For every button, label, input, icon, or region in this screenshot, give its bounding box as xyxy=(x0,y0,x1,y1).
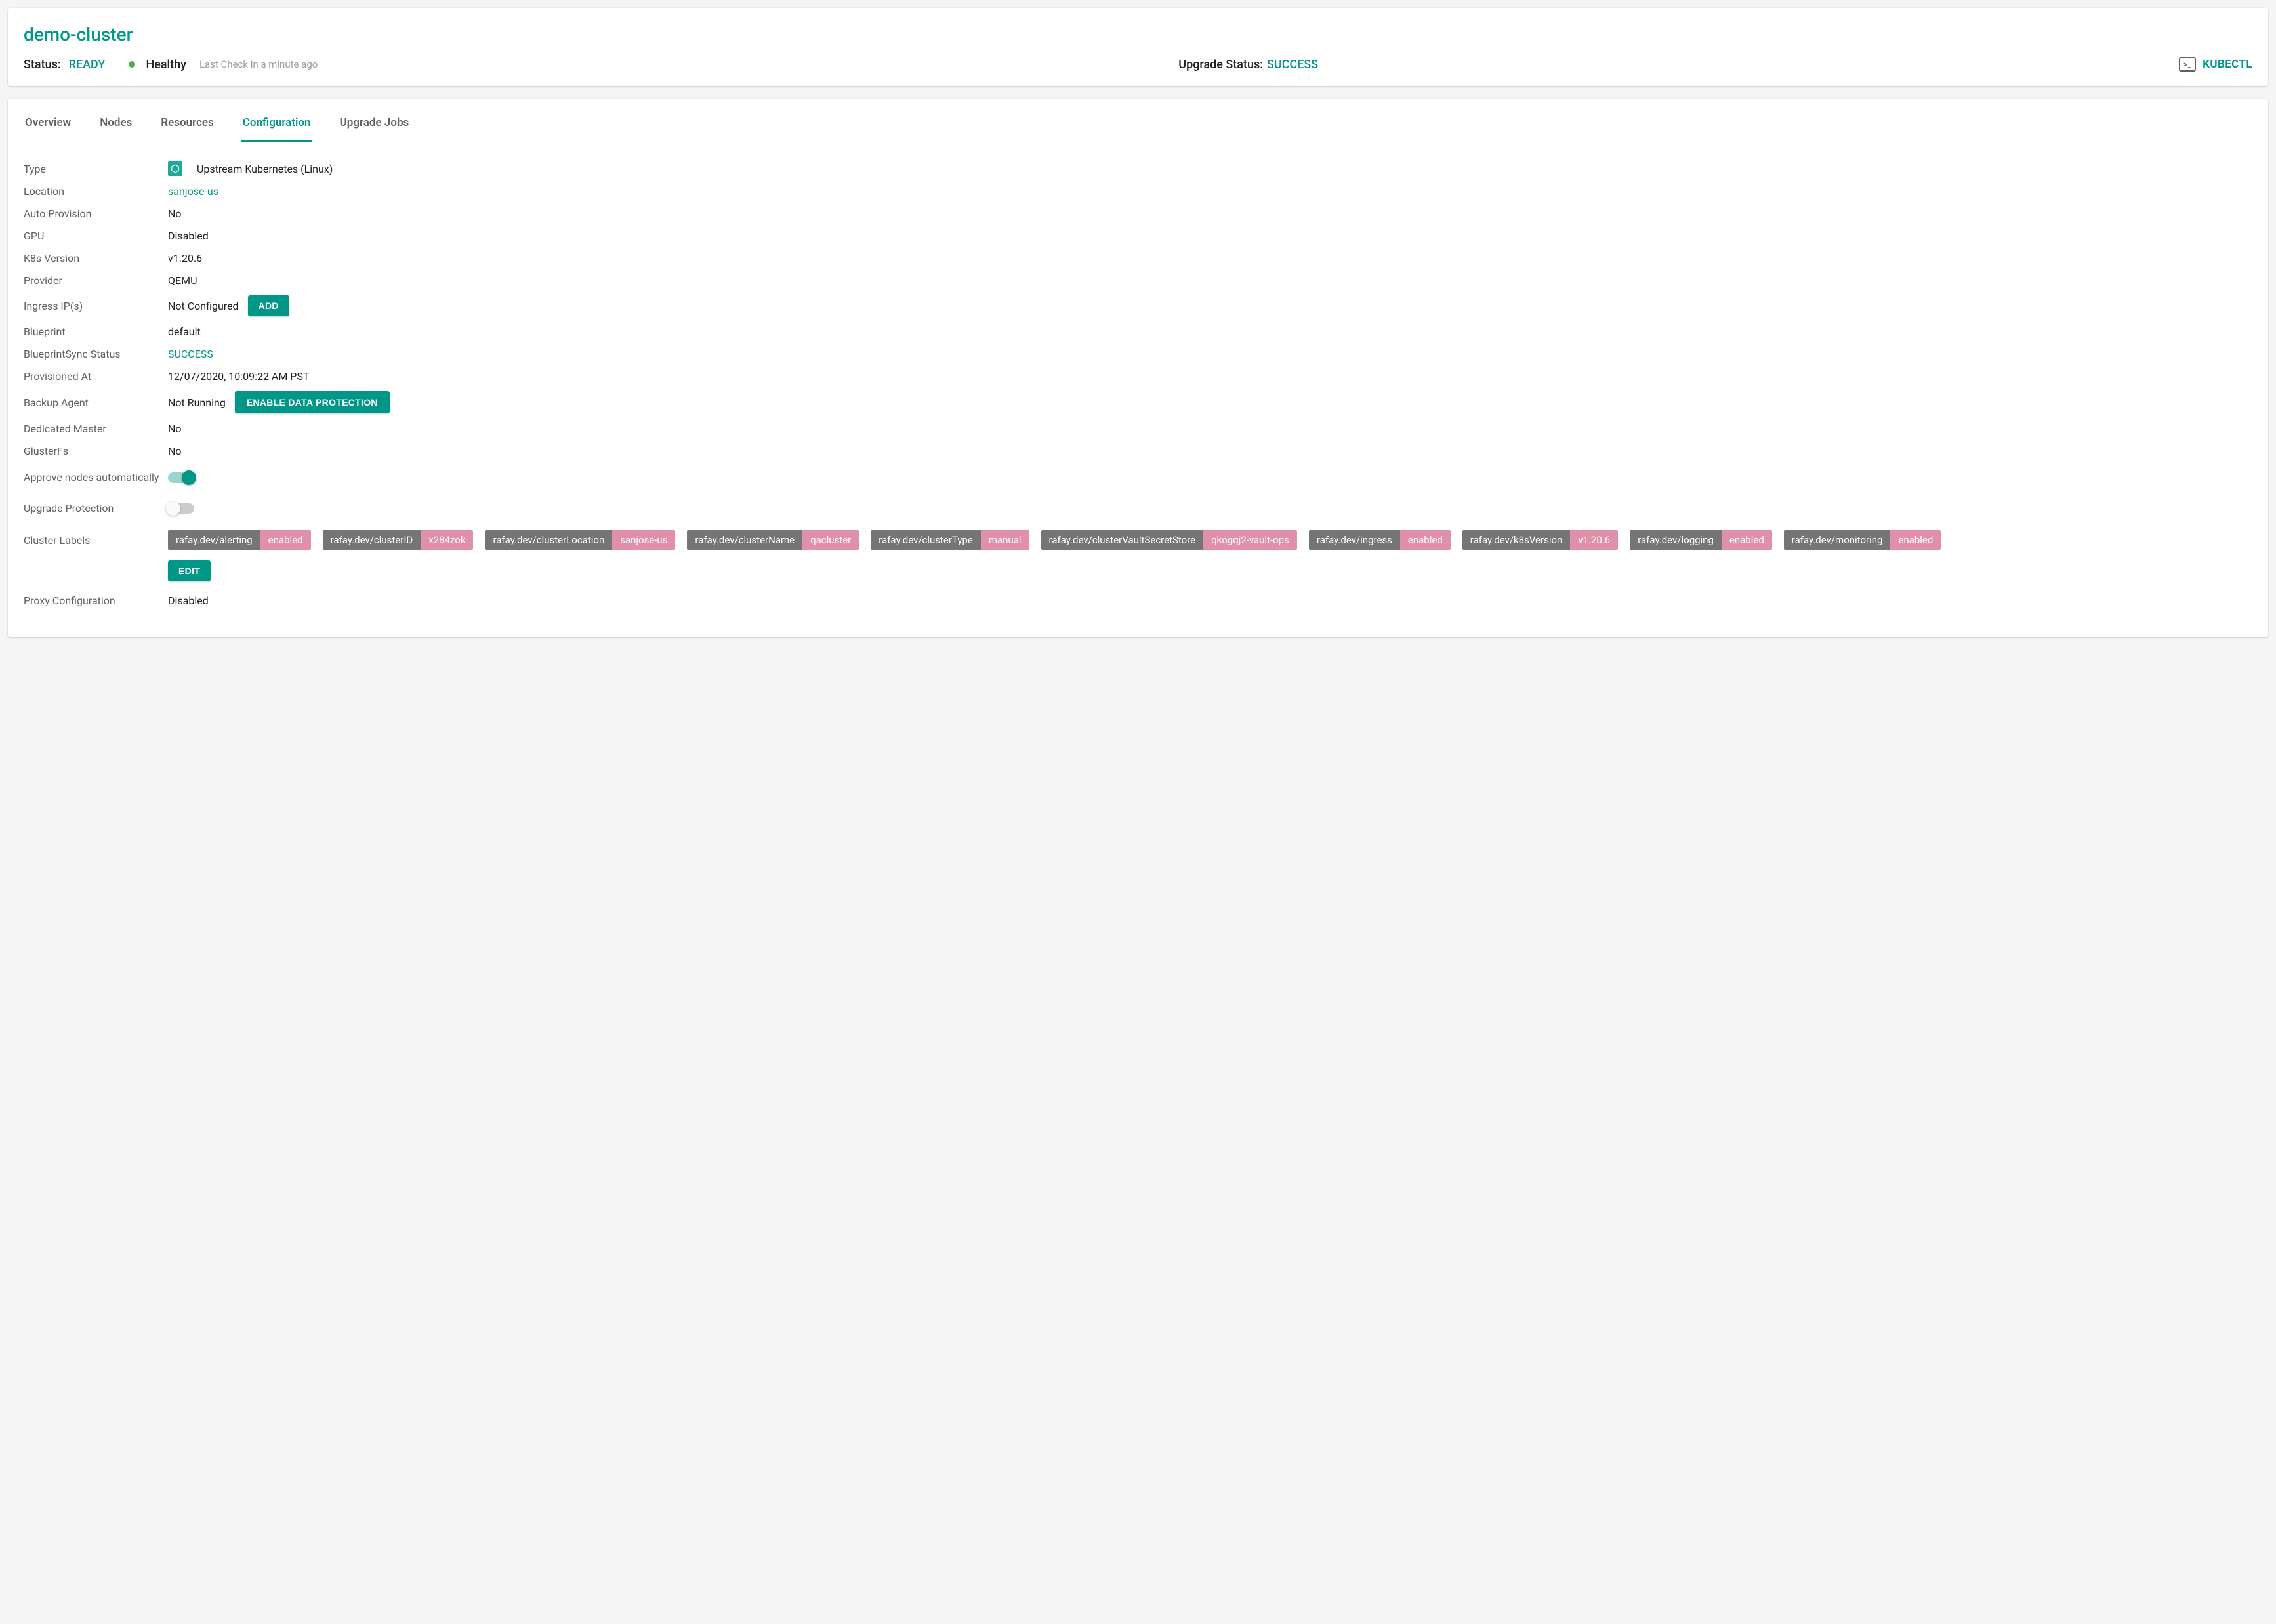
tag-key: rafay.dev/clusterID xyxy=(323,530,421,550)
tabs: Overview Nodes Resources Configuration Upgra… xyxy=(24,99,2252,142)
tag-value: qacluster xyxy=(802,530,859,550)
location-value[interactable]: sanjose-us xyxy=(168,185,2252,198)
configuration-panel: Type Upstream Kubernetes (Linux) Locatio… xyxy=(24,157,2252,611)
terminal-icon: >_ xyxy=(2179,57,2196,72)
cluster-detail-card: Overview Nodes Resources Configuration Upgra… xyxy=(8,99,2268,637)
cluster-label-tag: rafay.dev/clusterVaultSecretStoreqkogqj2… xyxy=(1041,530,1297,550)
tab-configuration[interactable]: Configuration xyxy=(241,108,312,142)
cluster-labels-label: Cluster Labels xyxy=(24,530,168,547)
kubernetes-icon xyxy=(168,161,182,176)
proxy-config-value: Disabled xyxy=(168,594,2252,607)
cluster-label-tag: rafay.dev/clusterTypemanual xyxy=(871,530,1029,550)
blueprint-sync-value: SUCCESS xyxy=(168,348,2252,360)
tag-key: rafay.dev/clusterType xyxy=(871,530,981,550)
cluster-label-tag: rafay.dev/clusterNameqacluster xyxy=(687,530,859,550)
tab-resources[interactable]: Resources xyxy=(159,108,215,142)
cluster-label-tag: rafay.dev/clusterIDx284zok xyxy=(323,530,474,550)
health-text: Healthy xyxy=(146,58,186,72)
k8s-version-label: K8s Version xyxy=(24,252,168,264)
dedicated-master-value: No xyxy=(168,423,2252,435)
auto-provision-value: No xyxy=(168,207,2252,220)
provisioned-at-value: 12/07/2020, 10:09:22 AM PST xyxy=(168,370,2252,383)
tag-key: rafay.dev/clusterLocation xyxy=(485,530,612,550)
cluster-title: demo-cluster xyxy=(24,24,2252,45)
upgrade-protection-toggle[interactable] xyxy=(168,503,194,514)
edit-labels-button[interactable]: EDIT xyxy=(168,560,211,581)
cluster-label-tag: rafay.dev/ingressenabled xyxy=(1309,530,1451,550)
blueprint-label: Blueprint xyxy=(24,325,168,338)
backup-agent-value: Not Running ENABLE DATA PROTECTION xyxy=(168,391,2252,413)
type-value: Upstream Kubernetes (Linux) xyxy=(168,161,2252,176)
proxy-config-label: Proxy Configuration xyxy=(24,594,168,607)
tag-value: enabled xyxy=(1722,530,1772,550)
cluster-label-tag: rafay.dev/alertingenabled xyxy=(168,530,311,550)
blueprint-sync-label: BlueprintSync Status xyxy=(24,348,168,360)
tag-value: enabled xyxy=(260,530,311,550)
kubectl-label: KUBECTL xyxy=(2203,58,2252,71)
status-value: READY xyxy=(69,58,106,72)
upgrade-status-label: Upgrade Status: xyxy=(1178,58,1263,72)
glusterfs-label: GlusterFs xyxy=(24,445,168,457)
last-check-text: Last Check in a minute ago xyxy=(199,58,318,70)
tag-value: manual xyxy=(981,530,1029,550)
tag-key: rafay.dev/logging xyxy=(1630,530,1722,550)
approve-nodes-toggle[interactable] xyxy=(168,472,194,483)
cluster-label-tag: rafay.dev/loggingenabled xyxy=(1630,530,1772,550)
tab-overview[interactable]: Overview xyxy=(24,108,72,142)
tag-key: rafay.dev/clusterVaultSecretStore xyxy=(1041,530,1204,550)
ingress-value: Not Configured ADD xyxy=(168,295,2252,316)
blueprint-value: default xyxy=(168,325,2252,338)
type-label: Type xyxy=(24,163,168,175)
k8s-version-value: v1.20.6 xyxy=(168,252,2252,264)
glusterfs-value: No xyxy=(168,445,2252,457)
tag-key: rafay.dev/clusterName xyxy=(687,530,802,550)
tab-upgrade-jobs[interactable]: Upgrade Jobs xyxy=(339,108,411,142)
enable-data-protection-button[interactable]: ENABLE DATA PROTECTION xyxy=(235,391,390,413)
status-label: Status: xyxy=(24,58,61,72)
location-label: Location xyxy=(24,185,168,198)
ingress-label: Ingress IP(s) xyxy=(24,300,168,312)
cluster-header-card: demo-cluster Status: READY Healthy Last … xyxy=(8,8,2268,86)
tag-value: enabled xyxy=(1890,530,1941,550)
cluster-label-tag: rafay.dev/k8sVersionv1.20.6 xyxy=(1462,530,1618,550)
auto-provision-label: Auto Provision xyxy=(24,207,168,220)
provisioned-at-label: Provisioned At xyxy=(24,370,168,383)
tag-value: qkogqj2-vault-ops xyxy=(1203,530,1297,550)
tag-key: rafay.dev/alerting xyxy=(168,530,260,550)
cluster-label-tag: rafay.dev/monitoringenabled xyxy=(1784,530,1941,550)
backup-agent-label: Backup Agent xyxy=(24,396,168,409)
cluster-label-tag: rafay.dev/clusterLocationsanjose-us xyxy=(485,530,675,550)
gpu-label: GPU xyxy=(24,230,168,242)
provider-label: Provider xyxy=(24,274,168,287)
upgrade-status-value: SUCCESS xyxy=(1267,58,1318,72)
tab-nodes[interactable]: Nodes xyxy=(98,108,133,142)
tag-value: v1.20.6 xyxy=(1570,530,1618,550)
status-row: Status: READY Healthy Last Check in a mi… xyxy=(24,57,2252,72)
tag-key: rafay.dev/k8sVersion xyxy=(1462,530,1571,550)
approve-nodes-label: Approve nodes automatically xyxy=(24,471,168,484)
upgrade-protection-label: Upgrade Protection xyxy=(24,502,168,514)
health-dot-icon xyxy=(129,61,135,68)
tag-value: sanjose-us xyxy=(612,530,675,550)
provider-value: QEMU xyxy=(168,274,2252,287)
cluster-labels-list: rafay.dev/alertingenabledrafay.dev/clust… xyxy=(168,530,1941,550)
tag-key: rafay.dev/monitoring xyxy=(1784,530,1891,550)
tag-value: enabled xyxy=(1400,530,1451,550)
kubectl-button[interactable]: >_ KUBECTL xyxy=(2179,57,2252,72)
gpu-value: Disabled xyxy=(168,230,2252,242)
tag-key: rafay.dev/ingress xyxy=(1309,530,1400,550)
dedicated-master-label: Dedicated Master xyxy=(24,423,168,435)
add-ingress-button[interactable]: ADD xyxy=(248,295,289,316)
tag-value: x284zok xyxy=(421,530,473,550)
